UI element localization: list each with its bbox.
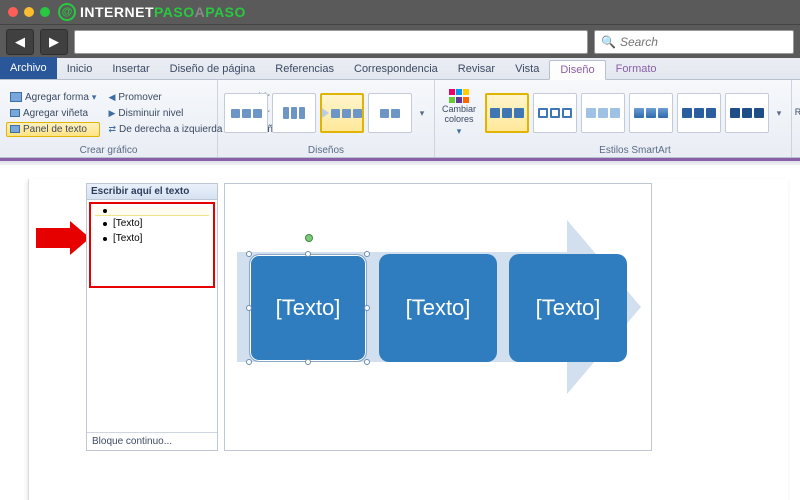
smartart-canvas[interactable]: [Texto] [Texto] [Texto] (224, 183, 652, 451)
layout-option-3[interactable] (320, 93, 364, 133)
add-bullet-button[interactable]: Agregar viñeta (6, 106, 100, 121)
bullet-icon (103, 222, 107, 226)
group-label-create: Crear gráfico (6, 144, 211, 157)
traffic-lights (8, 7, 50, 17)
document-area: Escribir aquí el texto [Texto] [Texto] B… (0, 158, 800, 500)
forward-button[interactable]: ▶ (40, 29, 68, 55)
layouts-more[interactable]: ▾ (416, 108, 428, 119)
bullet-icon (10, 109, 20, 117)
resize-handle-n[interactable] (305, 251, 311, 257)
tab-design[interactable]: Diseño (549, 60, 605, 80)
tab-insert[interactable]: Insertar (102, 59, 159, 79)
layout-option-1[interactable] (224, 93, 268, 133)
text-panel-label: Panel de texto (23, 124, 87, 135)
style-option-1[interactable] (485, 93, 529, 133)
text-pane-item-1[interactable] (95, 207, 209, 216)
ribbon-group-colors: Cambiar colores ▾ (435, 80, 479, 157)
window-titlebar: @ INTERNETPASOAPASO (0, 0, 800, 24)
resize-handle-w[interactable] (246, 305, 252, 311)
bullet-icon (103, 237, 107, 241)
back-button[interactable]: ◀ (6, 29, 34, 55)
minimize-dot[interactable] (24, 7, 34, 17)
change-colors-button[interactable]: Cambiar colores ▾ (441, 89, 477, 137)
ribbon-group-reset: Resta grá (792, 80, 800, 157)
search-input[interactable] (620, 35, 787, 49)
site-title-c: A (195, 4, 206, 20)
url-input[interactable] (74, 30, 588, 54)
promote-label: Promover (118, 92, 161, 103)
demote-label: Disminuir nivel (118, 108, 183, 119)
rotate-handle[interactable] (305, 234, 313, 242)
promote-button[interactable]: ◀Promover (104, 90, 226, 105)
site-title-b: PASO (154, 4, 195, 20)
group-label-layouts: Diseños (224, 144, 428, 157)
bullet-icon (103, 209, 107, 213)
resize-handle-e[interactable] (364, 305, 370, 311)
tab-mail[interactable]: Correspondencia (344, 59, 448, 79)
add-shape-button[interactable]: Agregar forma▾ (6, 90, 100, 105)
rtl-button[interactable]: ⇄De derecha a izquierda (104, 122, 226, 137)
smartart-block-1-text[interactable]: [Texto] (276, 295, 341, 321)
zoom-dot[interactable] (40, 7, 50, 17)
demote-button[interactable]: ▶Disminuir nivel (104, 106, 226, 121)
style-option-3[interactable] (581, 93, 625, 133)
ribbon-group-create: Agregar forma▾ Agregar viñeta Panel de t… (0, 80, 218, 157)
tab-file[interactable]: Archivo (0, 57, 57, 79)
ribbon-group-layouts: ▾ Diseños (218, 80, 435, 157)
add-shape-label: Agregar forma (25, 92, 89, 103)
reset-label-1: Resta (795, 107, 800, 117)
tab-page-layout[interactable]: Diseño de página (160, 59, 266, 79)
ribbon: Agregar forma▾ Agregar viñeta Panel de t… (0, 80, 800, 158)
smartart-block-2[interactable]: [Texto] (379, 254, 497, 362)
style-option-6[interactable] (725, 93, 769, 133)
panel-icon (10, 125, 20, 133)
text-pane-item-2[interactable]: [Texto] (95, 216, 209, 231)
layout-option-4[interactable] (368, 93, 412, 133)
logo-icon: @ (58, 3, 76, 21)
text-pane-list: [Texto] [Texto] (89, 202, 215, 288)
search-box[interactable]: 🔍 (594, 30, 794, 54)
add-bullet-label: Agregar viñeta (23, 108, 88, 119)
styles-more[interactable]: ▾ (773, 108, 785, 119)
shape-icon (10, 92, 22, 102)
tab-view[interactable]: Vista (505, 59, 549, 79)
browser-nav: ◀ ▶ 🔍 (0, 24, 800, 58)
resize-handle-s[interactable] (305, 359, 311, 365)
tab-references[interactable]: Referencias (265, 59, 344, 79)
site-title-a: INTERNET (80, 4, 154, 20)
text-pane-title: Escribir aquí el texto (87, 184, 217, 200)
close-dot[interactable] (8, 7, 18, 17)
tab-home[interactable]: Inicio (57, 59, 103, 79)
rtl-label: De derecha a izquierda (119, 124, 222, 135)
change-colors-label: Cambiar colores (442, 105, 476, 125)
resize-handle-ne[interactable] (364, 251, 370, 257)
site-title-d: PASO (205, 4, 246, 20)
tab-review[interactable]: Revisar (448, 59, 505, 79)
tab-format[interactable]: Formato (606, 59, 667, 79)
style-option-2[interactable] (533, 93, 577, 133)
smartart-text-pane[interactable]: Escribir aquí el texto [Texto] [Texto] B… (86, 183, 218, 451)
search-icon: 🔍 (601, 35, 616, 49)
text-pane-item-3[interactable]: [Texto] (95, 231, 209, 246)
site-logo: @ INTERNETPASOAPASO (58, 3, 246, 21)
smartart-block-1[interactable]: [Texto] (249, 254, 367, 362)
text-pane-item-2-text[interactable]: [Texto] (113, 218, 142, 229)
text-pane-item-3-text[interactable]: [Texto] (113, 233, 142, 244)
text-pane-footer: Bloque continuo... (87, 432, 217, 450)
text-panel-button[interactable]: Panel de texto (6, 122, 100, 137)
ribbon-group-styles: ▾ Estilos SmartArt (479, 80, 792, 157)
resize-handle-se[interactable] (364, 359, 370, 365)
resize-handle-nw[interactable] (246, 251, 252, 257)
layout-option-2[interactable] (272, 93, 316, 133)
smartart-block-3[interactable]: [Texto] (509, 254, 627, 362)
resize-handle-sw[interactable] (246, 359, 252, 365)
smartart-block-3-text[interactable]: [Texto] (536, 295, 601, 321)
group-label-styles: Estilos SmartArt (485, 144, 785, 157)
callout-arrow (36, 221, 90, 255)
style-option-4[interactable] (629, 93, 673, 133)
ribbon-tabs: Archivo Inicio Insertar Diseño de página… (0, 58, 800, 80)
style-option-5[interactable] (677, 93, 721, 133)
smartart-block-2-text[interactable]: [Texto] (406, 295, 471, 321)
